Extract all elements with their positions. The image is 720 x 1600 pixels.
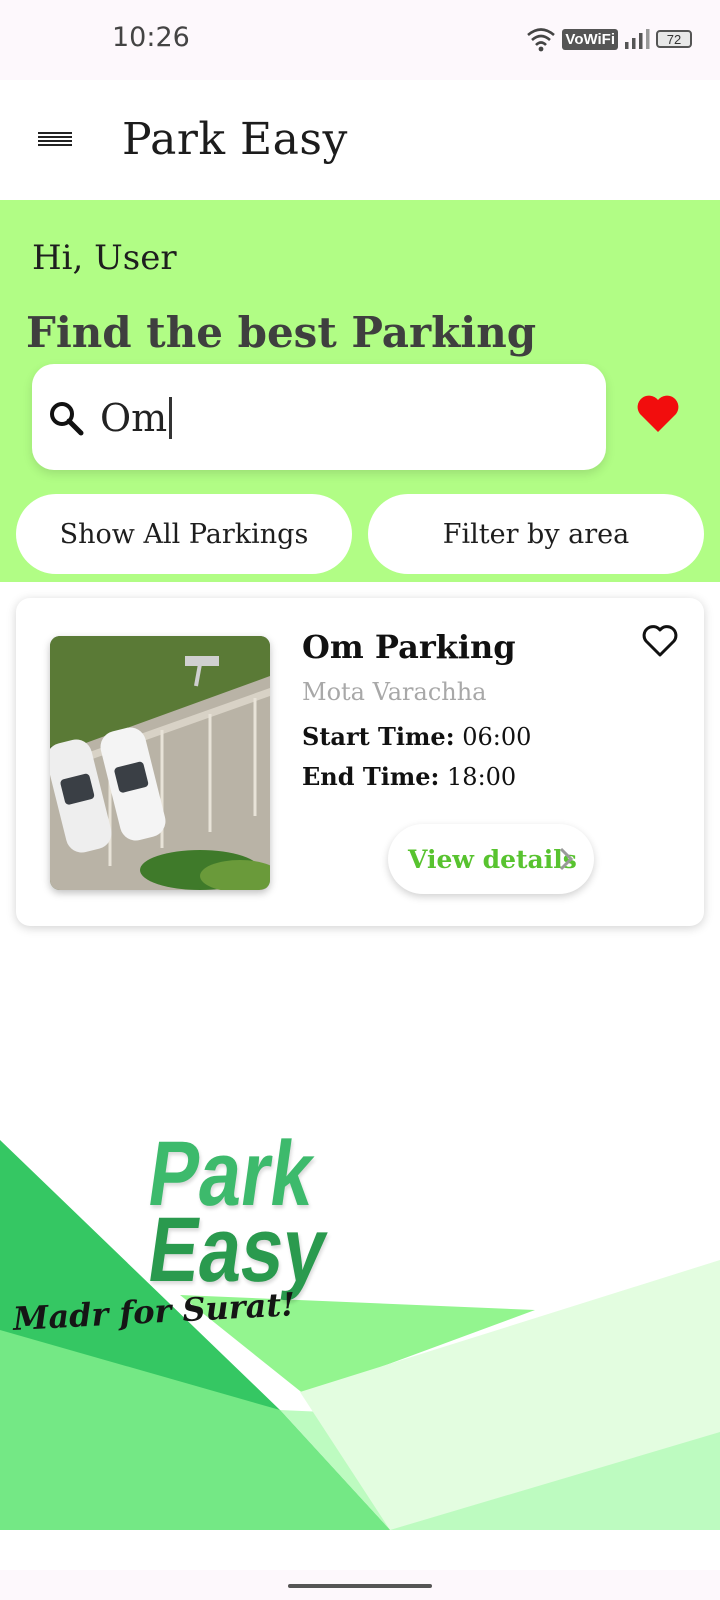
- signal-icon: [625, 29, 650, 49]
- status-icons: VoWiFi 72: [526, 24, 692, 54]
- parking-card[interactable]: Om Parking Mota Varachha Start Time: 06:…: [16, 598, 704, 926]
- app-bar: Park Easy: [0, 80, 720, 200]
- view-details-button[interactable]: View details: [388, 824, 594, 894]
- brand-logo-line2: Easy: [142, 1199, 333, 1301]
- favorites-heart-icon[interactable]: [636, 394, 680, 434]
- start-time-row: Start Time: 06:00: [302, 722, 531, 751]
- show-all-parkings-label: Show All Parkings: [59, 518, 309, 550]
- parking-name: Om Parking: [302, 628, 516, 666]
- wifi-icon: [527, 28, 556, 52]
- chevron-right-icon: [559, 847, 574, 871]
- gesture-handle[interactable]: [288, 1584, 432, 1588]
- hamburger-menu-icon[interactable]: [38, 132, 72, 148]
- status-time: 10:26: [112, 22, 190, 53]
- view-details-label: View details: [408, 844, 577, 874]
- start-time-value: 06:00: [462, 723, 532, 751]
- app-title: Park Easy: [122, 114, 348, 165]
- vowifi-badge: VoWiFi: [562, 28, 618, 50]
- parking-thumbnail: [50, 636, 270, 890]
- start-time-label: Start Time:: [302, 722, 455, 751]
- system-nav-bar: [0, 1570, 720, 1600]
- battery-icon: 72: [656, 30, 692, 48]
- search-query: Om: [100, 396, 168, 440]
- greeting: Hi, User: [32, 238, 177, 278]
- text-caret: [169, 397, 173, 439]
- headline: Find the best Parking: [26, 308, 537, 357]
- end-time-label: End Time:: [302, 762, 440, 791]
- search-icon: [50, 402, 84, 436]
- battery-level: 72: [666, 31, 682, 47]
- show-all-parkings-button[interactable]: Show All Parkings: [16, 494, 352, 574]
- end-time-value: 18:00: [447, 763, 517, 791]
- filter-by-area-button[interactable]: Filter by area: [368, 494, 704, 574]
- filter-by-area-label: Filter by area: [442, 518, 630, 550]
- end-time-row: End Time: 18:00: [302, 762, 516, 791]
- parking-area: Mota Varachha: [302, 678, 487, 706]
- brand-background-art: [0, 1140, 720, 1530]
- search-value: Om: [100, 396, 173, 440]
- hero-section: Hi, User Find the best Parking Om Show A…: [0, 200, 720, 582]
- status-bar: 10:26 VoWiFi 72: [0, 0, 720, 80]
- search-input[interactable]: Om: [32, 364, 606, 470]
- heart-outline-icon[interactable]: [642, 624, 678, 658]
